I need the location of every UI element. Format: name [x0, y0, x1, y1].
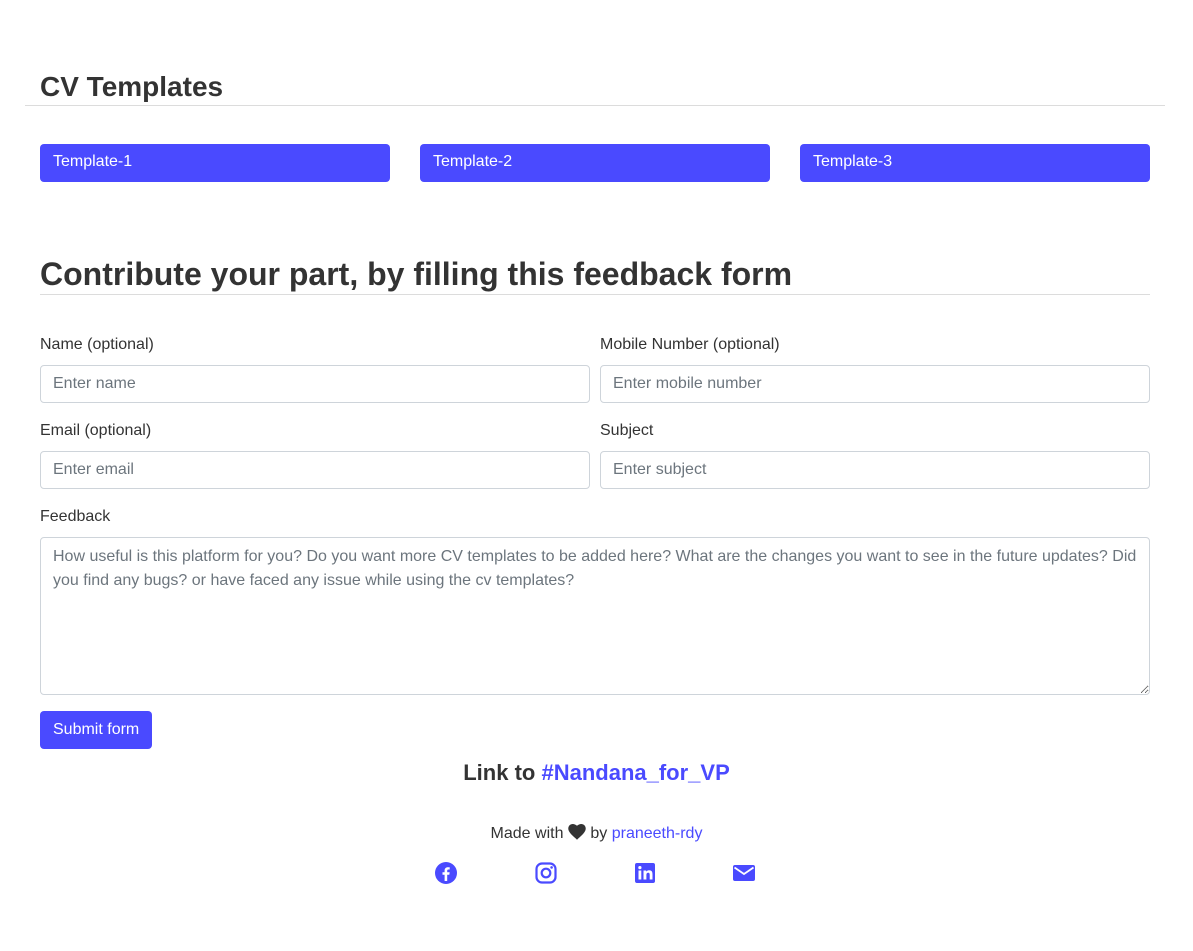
- template-3-button[interactable]: Template-3: [800, 144, 1150, 182]
- name-input[interactable]: [40, 365, 590, 403]
- linkedin-icon[interactable]: [633, 861, 657, 885]
- cv-title-divider: [25, 105, 1165, 106]
- made-with-text: Made with: [490, 825, 564, 842]
- email-input[interactable]: [40, 451, 590, 489]
- feedback-textarea[interactable]: [40, 537, 1150, 695]
- template-1-button[interactable]: Template-1: [40, 144, 390, 182]
- author-link[interactable]: praneeth-rdy: [612, 825, 703, 842]
- page: CV Templates Template-1 Template-2 Templ…: [0, 0, 1193, 951]
- email-label: Email (optional): [40, 422, 152, 439]
- by-text: by: [590, 825, 608, 842]
- template-2-button[interactable]: Template-2: [420, 144, 770, 182]
- mail-icon[interactable]: [732, 861, 756, 885]
- subject-label: Subject: [600, 422, 654, 439]
- feedback-title-divider: [40, 294, 1150, 295]
- made-with-credit: Made with by praneeth-rdy: [0, 824, 1193, 845]
- facebook-icon[interactable]: [434, 861, 458, 885]
- submit-form-button[interactable]: Submit form: [40, 711, 153, 749]
- instagram-icon[interactable]: [534, 861, 558, 885]
- feedback-label: Feedback: [40, 508, 111, 525]
- mobile-number-label: Mobile Number (optional): [600, 336, 780, 353]
- feedback-form-title: Contribute your part, by filling this fe…: [40, 256, 793, 292]
- name-label: Name (optional): [40, 336, 154, 353]
- subject-input[interactable]: [600, 451, 1150, 489]
- mobile-number-input[interactable]: [600, 365, 1150, 403]
- campaign-link[interactable]: #Nandana_for_VP: [541, 760, 729, 785]
- cv-templates-title: CV Templates: [40, 71, 224, 102]
- link-prefix: Link to: [463, 760, 536, 785]
- campaign-link-line: Link to #Nandana_for_VP: [0, 760, 1193, 786]
- heart-icon: [568, 824, 586, 845]
